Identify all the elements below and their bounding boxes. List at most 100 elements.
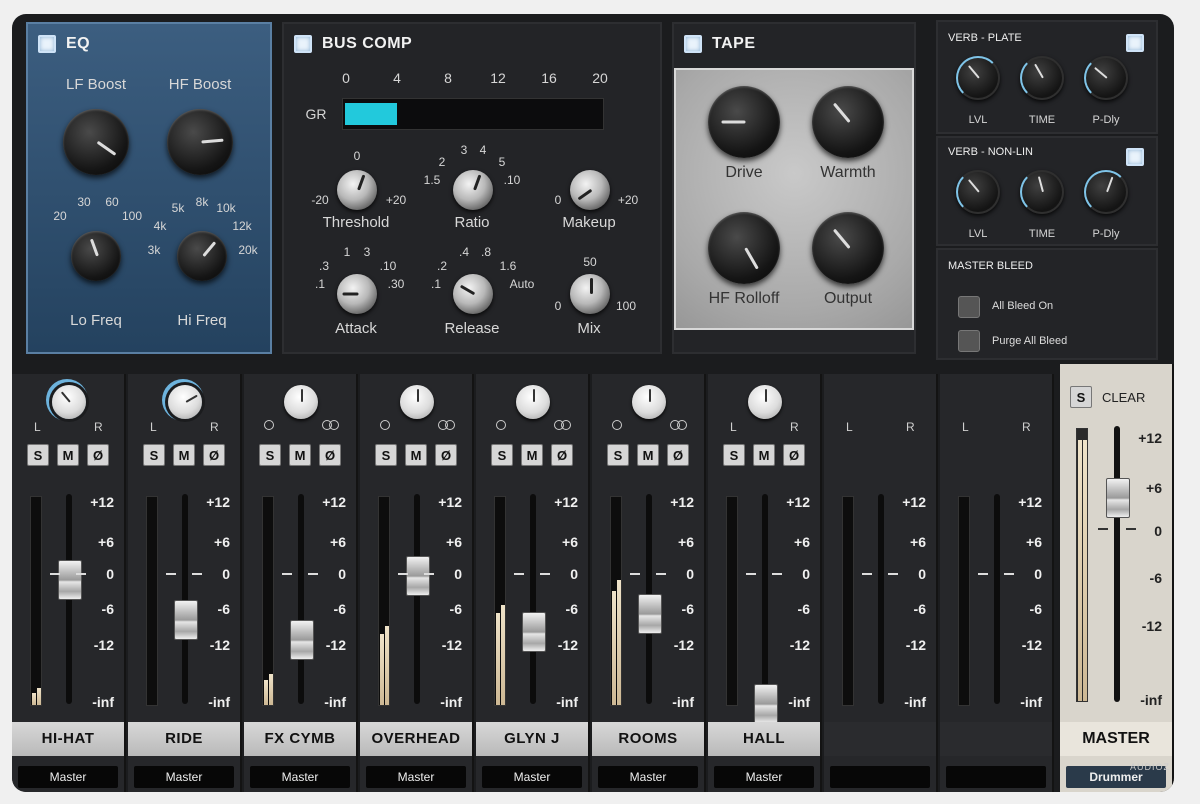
all-bleed-on-button[interactable]	[958, 296, 980, 318]
scale-label: -6	[1029, 601, 1042, 617]
mute-button[interactable]: M	[289, 444, 311, 466]
phase-button[interactable]: Ø	[783, 444, 805, 466]
channel-fader[interactable]	[406, 556, 430, 596]
master-fader[interactable]	[1106, 478, 1130, 518]
verb-plate-enable-checkbox[interactable]	[1126, 34, 1144, 52]
mixer-window: EQ LF Boost HF Boost 20 30 60 100 3k 4k …	[12, 14, 1174, 792]
ratio-knob[interactable]	[453, 170, 493, 210]
mute-button[interactable]: M	[57, 444, 79, 466]
pan-knob[interactable]	[516, 385, 550, 419]
verb-plate-time-knob[interactable]	[1020, 56, 1064, 100]
lo-tick: 20	[53, 209, 67, 223]
verb-nonlin-lvl-label: LVL	[968, 228, 988, 240]
verb-plate-pdly-knob[interactable]	[1084, 56, 1128, 100]
lf-boost-knob[interactable]	[63, 109, 129, 175]
output-select[interactable]: Master	[366, 766, 466, 788]
mono-icon	[380, 420, 390, 430]
tape-panel: TAPE Drive Warmth HF Rolloff Output	[672, 22, 916, 354]
mute-button[interactable]: M	[521, 444, 543, 466]
solo-button[interactable]: S	[723, 444, 745, 466]
solo-button[interactable]: S	[259, 444, 281, 466]
bus-comp-enable-checkbox[interactable]	[294, 35, 312, 53]
solo-button[interactable]: S	[491, 444, 513, 466]
channel-fader[interactable]	[754, 684, 778, 724]
stereo-icon	[670, 420, 688, 430]
mute-button[interactable]: M	[753, 444, 775, 466]
output-select[interactable]: Master	[598, 766, 698, 788]
channel-strip: L R +12 +6 0 -6 -12 -inf	[940, 374, 1054, 792]
scale-label: -6	[913, 601, 926, 617]
release-tick: Auto	[509, 277, 535, 291]
phase-button[interactable]: Ø	[87, 444, 109, 466]
pan-knob[interactable]	[632, 385, 666, 419]
eq-enable-checkbox[interactable]	[38, 35, 56, 53]
output-select[interactable]: Master	[714, 766, 814, 788]
attack-tick: .3	[318, 259, 330, 273]
scale-label: -6	[101, 601, 114, 617]
output-select[interactable]: Master	[482, 766, 582, 788]
output-select[interactable]: Master	[134, 766, 234, 788]
phase-button[interactable]: Ø	[667, 444, 689, 466]
clear-label[interactable]: CLEAR	[1102, 390, 1145, 405]
scale-label: -inf	[556, 694, 578, 710]
mix-tick: 100	[615, 299, 637, 313]
pan-knob[interactable]	[400, 385, 434, 419]
ratio-tick: 1.5	[423, 173, 441, 187]
output-select[interactable]	[830, 766, 930, 788]
master-solo-clear-button[interactable]: S	[1070, 386, 1092, 408]
channel-fader[interactable]	[638, 594, 662, 634]
pan-knob[interactable]	[52, 385, 86, 419]
phase-button[interactable]: Ø	[435, 444, 457, 466]
hf-boost-knob[interactable]	[167, 109, 233, 175]
warmth-knob[interactable]	[812, 86, 884, 158]
pan-knob[interactable]	[168, 385, 202, 419]
channel-buttons: S M Ø	[12, 444, 124, 466]
verb-plate-lvl-label: LVL	[968, 114, 988, 126]
solo-button[interactable]: S	[27, 444, 49, 466]
tape-enable-checkbox[interactable]	[684, 35, 702, 53]
verb-nonlin-lvl-knob[interactable]	[956, 170, 1000, 214]
verb-plate-lvl-knob[interactable]	[956, 56, 1000, 100]
phase-button[interactable]: Ø	[203, 444, 225, 466]
output-select[interactable]	[946, 766, 1046, 788]
drive-knob[interactable]	[708, 86, 780, 158]
solo-button[interactable]: S	[375, 444, 397, 466]
solo-button[interactable]: S	[143, 444, 165, 466]
threshold-knob[interactable]	[337, 170, 377, 210]
scale-label: -12	[905, 637, 926, 653]
level-meter	[958, 496, 970, 706]
channel-fader[interactable]	[58, 560, 82, 600]
verb-nonlin-pdly-knob[interactable]	[1084, 170, 1128, 214]
fader-track	[762, 494, 768, 704]
gr-scale-tick: 16	[541, 70, 557, 86]
verb-nonlin-enable-checkbox[interactable]	[1126, 148, 1144, 166]
makeup-knob[interactable]	[570, 170, 610, 210]
release-knob[interactable]	[453, 274, 493, 314]
hf-rolloff-knob[interactable]	[708, 212, 780, 284]
output-select[interactable]: Master	[250, 766, 350, 788]
scale-label: -12	[557, 637, 578, 653]
verb-nonlin-time-knob[interactable]	[1020, 170, 1064, 214]
phase-button[interactable]: Ø	[319, 444, 341, 466]
hi-freq-knob[interactable]	[177, 231, 227, 281]
mix-knob[interactable]	[570, 274, 610, 314]
mute-button[interactable]: M	[637, 444, 659, 466]
attack-knob[interactable]	[337, 274, 377, 314]
master-scale-label: -6	[1149, 570, 1162, 586]
pan-knob[interactable]	[748, 385, 782, 419]
mute-button[interactable]: M	[173, 444, 195, 466]
channel-fader[interactable]	[290, 620, 314, 660]
phase-button[interactable]: Ø	[551, 444, 573, 466]
channel-fader[interactable]	[522, 612, 546, 652]
channel-fader[interactable]	[174, 600, 198, 640]
lo-freq-knob[interactable]	[71, 231, 121, 281]
mute-button[interactable]: M	[405, 444, 427, 466]
ratio-tick: 3	[460, 143, 468, 157]
output-select[interactable]: Master	[18, 766, 118, 788]
pan-knob[interactable]	[284, 385, 318, 419]
output-knob[interactable]	[812, 212, 884, 284]
solo-button[interactable]: S	[607, 444, 629, 466]
scale-label: +12	[206, 494, 230, 510]
verb-nonlin-pdly-label: P-Dly	[1092, 228, 1120, 240]
purge-all-bleed-button[interactable]	[958, 330, 980, 352]
